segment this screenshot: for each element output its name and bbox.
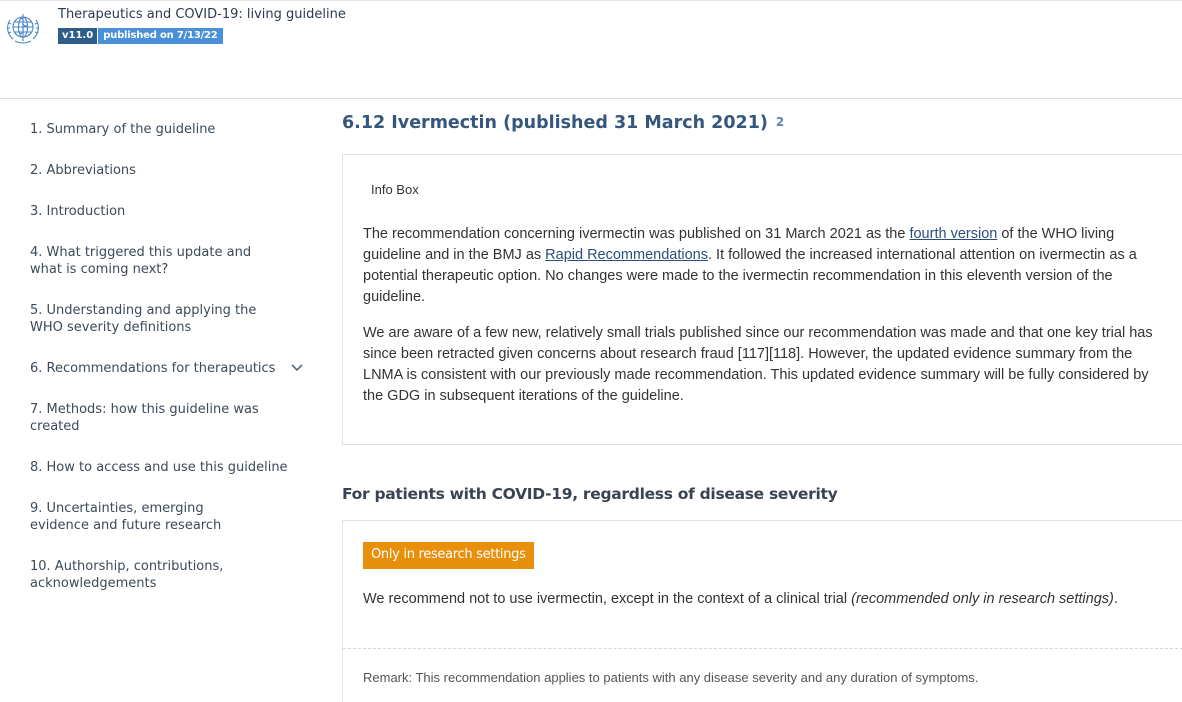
population-heading: For patients with COVID-19, regardless o…	[342, 485, 838, 503]
info-box-label: Info Box	[371, 182, 419, 197]
remark-text: Remark: This recommendation applies to p…	[363, 670, 979, 685]
version-badges: v11.0 published on 7/13/22	[58, 28, 223, 44]
info-paragraph-1: The recommendation concerning ivermectin…	[363, 224, 1168, 308]
fourth-version-link[interactable]: fourth version	[909, 226, 997, 242]
recommendation-box: Only in research settings We recommend n…	[342, 520, 1182, 702]
sidebar-item-methods[interactable]: 7. Methods: how this guideline was creat…	[30, 401, 260, 435]
published-badge: published on 7/13/22	[98, 28, 223, 44]
section-title-text: 6.12 Ivermectin (published 31 March 2021…	[342, 113, 768, 133]
section-count[interactable]: 2	[776, 115, 784, 129]
sidebar-item-summary[interactable]: 1. Summary of the guideline	[30, 121, 310, 138]
sidebar-item-uncertainties[interactable]: 9. Uncertainties, emerging evidence and …	[30, 500, 260, 534]
sidebar-item-update-trigger[interactable]: 4. What triggered this update and what i…	[30, 244, 280, 278]
strength-badge: Only in research settings	[363, 542, 534, 569]
who-emblem-icon[interactable]	[3, 8, 43, 46]
sidebar-nav: 1. Summary of the guideline 2. Abbreviat…	[0, 100, 320, 702]
sidebar-item-introduction[interactable]: 3. Introduction	[30, 203, 310, 220]
sidebar-item-authorship[interactable]: 10. Authorship, contributions, acknowled…	[30, 558, 230, 592]
info-paragraph-2: We are aware of a few new, relatively sm…	[363, 325, 1153, 404]
recommendation-end: .	[1113, 591, 1118, 607]
recommendation-body: We recommend not to use ivermectin, exce…	[363, 591, 852, 607]
sidebar-item-access-use[interactable]: 8. How to access and use this guideline	[30, 459, 310, 476]
recommendation-qualifier: (recommended only in research settings)	[851, 591, 1114, 607]
info-box: Info Box The recommendation concerning i…	[342, 154, 1182, 445]
sidebar-item-abbreviations[interactable]: 2. Abbreviations	[30, 162, 310, 179]
rapid-recommendations-link[interactable]: Rapid Recommendations	[545, 247, 708, 263]
chevron-down-icon[interactable]	[289, 362, 305, 374]
info-text: The recommendation concerning ivermectin…	[363, 226, 910, 242]
header: Therapeutics and COVID-19: living guidel…	[0, 0, 1182, 99]
version-badge: v11.0	[58, 28, 98, 44]
section-title: 6.12 Ivermectin (published 31 March 2021…	[342, 113, 784, 133]
divider	[343, 648, 1182, 649]
sidebar-item-recommendations[interactable]: 6. Recommendations for therapeutics	[30, 360, 310, 377]
sidebar-item-severity-definitions[interactable]: 5. Understanding and applying the WHO se…	[30, 302, 260, 336]
guideline-title[interactable]: Therapeutics and COVID-19: living guidel…	[58, 7, 346, 22]
recommendation-text: We recommend not to use ivermectin, exce…	[363, 591, 1118, 607]
